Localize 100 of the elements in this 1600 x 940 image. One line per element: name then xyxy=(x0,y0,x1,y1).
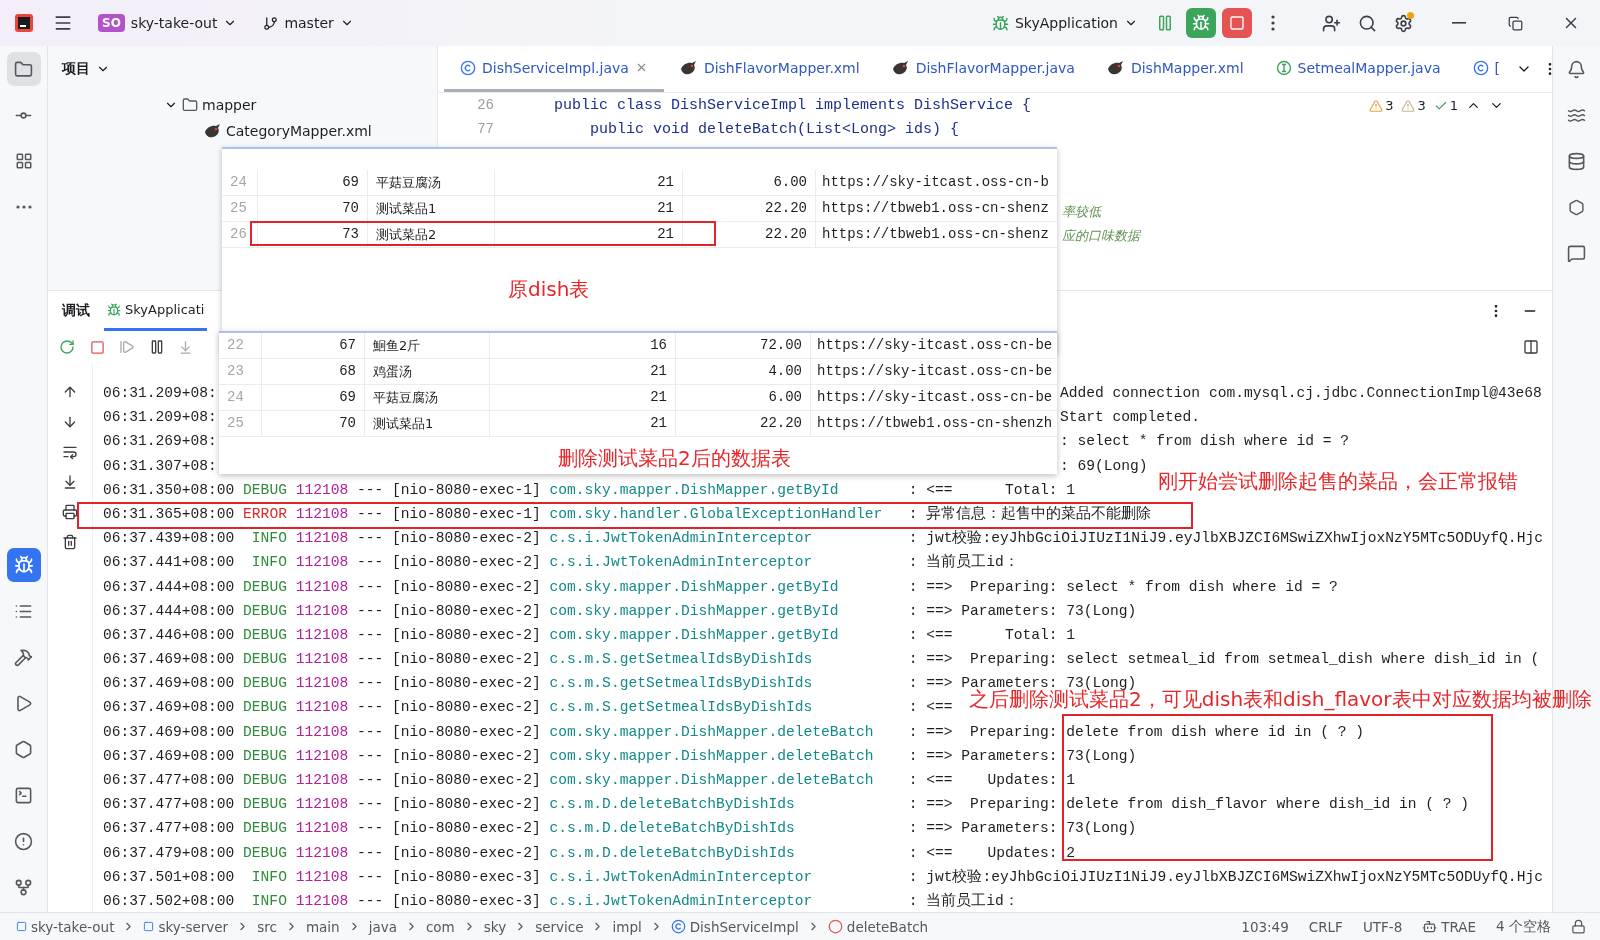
row-number: 24 xyxy=(219,385,262,410)
status-item[interactable]: CRLF xyxy=(1298,918,1353,935)
log-logger[interactable]: c.s.m.D.deleteBatchByDishIds xyxy=(549,840,900,865)
project-dropdown[interactable]: SO sky-take-out xyxy=(92,10,244,36)
bug-icon xyxy=(13,555,34,575)
tree-item[interactable]: CategoryMapper.xml xyxy=(226,123,372,139)
table-cell: 70 xyxy=(262,411,365,436)
status-item[interactable]: UTF-8 xyxy=(1352,918,1413,935)
bird-icon xyxy=(679,59,698,76)
log-pid: 112108 xyxy=(295,480,349,500)
log-logger[interactable]: com.sky.mapper.DishMapper.deleteBatch xyxy=(549,743,900,768)
log-message: : ==> Preparing: select * from dish where id = ? xyxy=(908,577,1338,597)
log-logger[interactable]: c.s.i.JwtTokenAdminInterceptor xyxy=(549,888,900,912)
editor-tab[interactable]: DishServiceImpl.java xyxy=(444,46,664,92)
table-cell: 21 xyxy=(495,170,683,195)
project-panel-title[interactable]: 项目 xyxy=(48,46,124,92)
log-thread: --- [nio-8080-exec-2] xyxy=(356,674,541,694)
grid-icon xyxy=(14,152,33,170)
row-number: 22 xyxy=(219,333,262,358)
annotation-text: 刚开始尝试删除起售的菜品，会正常报错 xyxy=(1158,468,1518,495)
play-icon xyxy=(14,693,33,713)
log-logger[interactable]: c.s.i.JwtTokenAdminInterceptor xyxy=(549,550,900,575)
log-message: : <== Updates: 2 xyxy=(908,843,1076,863)
log-logger[interactable]: com.sky.mapper.DishMapper.getById xyxy=(549,598,900,623)
log-logger[interactable]: com.sky.mapper.DishMapper.getById xyxy=(549,477,900,502)
circle-icon xyxy=(827,919,843,934)
breadcrumb[interactable]: impl xyxy=(610,918,644,935)
log-timestamp: 06:37.446+08:00 xyxy=(103,625,235,645)
row-number: 23 xyxy=(219,359,262,384)
breadcrumb[interactable]: sky xyxy=(481,918,509,935)
log-message: : ==> Parameters: 73(Long) xyxy=(908,746,1137,766)
code-comment: 率较低 xyxy=(1062,203,1101,221)
log-severity: DEBUG xyxy=(243,601,287,621)
log-logger[interactable]: c.s.m.D.deleteBatchByDishIds xyxy=(549,816,900,841)
hexagon-icon xyxy=(1568,198,1585,216)
breadcrumb[interactable]: service xyxy=(533,918,586,935)
log-logger[interactable]: com.sky.handler.GlobalExceptionHandler xyxy=(549,501,900,527)
debug-button[interactable] xyxy=(1186,8,1216,38)
project-badge: SO xyxy=(98,14,125,32)
status-item[interactable]: 103:49 xyxy=(1231,918,1299,935)
run-config-dropdown[interactable]: SkyApplication xyxy=(986,10,1144,36)
status-item[interactable]: TRAE xyxy=(1412,918,1487,935)
bird-icon xyxy=(204,123,222,139)
log-message: : <== xyxy=(908,698,953,718)
breadcrumb[interactable]: DishServiceImpl xyxy=(668,918,801,935)
inspection-count[interactable]: 1 xyxy=(1433,98,1458,113)
lock-icon[interactable] xyxy=(1571,919,1586,934)
arrow-up-icon xyxy=(62,384,78,400)
log-thread: --- [nio-8080-exec-2] xyxy=(356,625,541,645)
table-cell: 22.20 xyxy=(683,196,816,221)
breadcrumb[interactable]: java xyxy=(366,918,399,935)
breadcrumb[interactable]: src xyxy=(255,918,279,935)
arrow-down-icon xyxy=(62,414,78,430)
editor-tab[interactable]: DishMapper.xml xyxy=(1090,46,1260,92)
inspection-count[interactable]: 3 xyxy=(1369,98,1394,113)
log-timestamp: 06:31.307+08: xyxy=(103,456,218,476)
log-logger[interactable]: com.sky.mapper.DishMapper.getById xyxy=(549,622,900,648)
log-pid: 112108 xyxy=(295,674,349,694)
tree-item[interactable]: mapper xyxy=(202,97,257,113)
folder-icon xyxy=(14,59,33,79)
log-pid: 112108 xyxy=(295,891,349,911)
log-logger[interactable]: c.s.m.S.getSetmealIdsByDishIds xyxy=(549,647,900,672)
status-item[interactable]: 4 个空格 xyxy=(1486,917,1561,936)
breadcrumb[interactable]: com xyxy=(423,918,457,935)
log-logger[interactable]: c.s.i.JwtTokenAdminInterceptor xyxy=(549,526,900,551)
table-cell: 72.00 xyxy=(676,333,811,358)
log-logger[interactable]: com.sky.mapper.DishMapper.deleteBatch xyxy=(549,719,900,744)
log-timestamp: 06:37.477+08:00 xyxy=(103,819,235,839)
inspection-count[interactable]: 3 xyxy=(1401,98,1426,113)
row-number: 25 xyxy=(219,411,262,436)
breadcrumb[interactable]: deleteBatch xyxy=(825,918,931,935)
line-number: 26 xyxy=(476,97,494,113)
project-tool-button[interactable] xyxy=(6,52,41,86)
editor-tab[interactable]: SetmealMapper.java xyxy=(1259,46,1457,92)
log-severity: DEBUG xyxy=(243,674,287,694)
breadcrumb[interactable]: main xyxy=(303,918,342,935)
branch-dropdown[interactable]: master xyxy=(257,11,360,35)
row-number: 24 xyxy=(222,170,258,195)
breadcrumb[interactable]: sky-take-out xyxy=(14,918,117,935)
log-logger[interactable]: com.sky.mapper.DishMapper.deleteBatch xyxy=(549,768,900,793)
log-message: : 69(Long) xyxy=(1060,456,1148,476)
log-severity: INFO xyxy=(250,529,287,549)
session-tab[interactable]: SkyApplicati xyxy=(104,291,208,331)
log-logger[interactable]: c.s.m.D.deleteBatchByDishIds xyxy=(549,792,900,817)
breadcrumb[interactable]: sky-server xyxy=(141,918,231,935)
log-logger[interactable]: com.sky.mapper.DishMapper.getById xyxy=(549,574,900,599)
log-timestamp: 06:31.209+08: xyxy=(103,384,218,403)
debug-tool-button[interactable] xyxy=(6,548,41,582)
log-severity: DEBUG xyxy=(243,771,287,790)
stop-button[interactable] xyxy=(1222,8,1252,38)
rerun-icon xyxy=(59,339,75,355)
log-timestamp: 06:37.469+08:00 xyxy=(103,722,235,742)
log-logger[interactable]: c.s.m.S.getSetmealIdsByDishIds xyxy=(549,671,900,696)
editor-tab[interactable]: DishFlavorMapper.xml xyxy=(663,46,876,92)
editor-tab[interactable]: [ xyxy=(1456,46,1517,92)
warning-icon xyxy=(1401,98,1416,113)
log-logger[interactable]: c.s.i.JwtTokenAdminInterceptor xyxy=(549,864,900,889)
log-logger[interactable]: c.s.m.S.getSetmealIdsByDishIds xyxy=(549,695,900,720)
editor-tab[interactable]: DishFlavorMapper.java xyxy=(875,46,1091,92)
log-thread: --- [nio-8080-exec-3] xyxy=(356,891,541,911)
